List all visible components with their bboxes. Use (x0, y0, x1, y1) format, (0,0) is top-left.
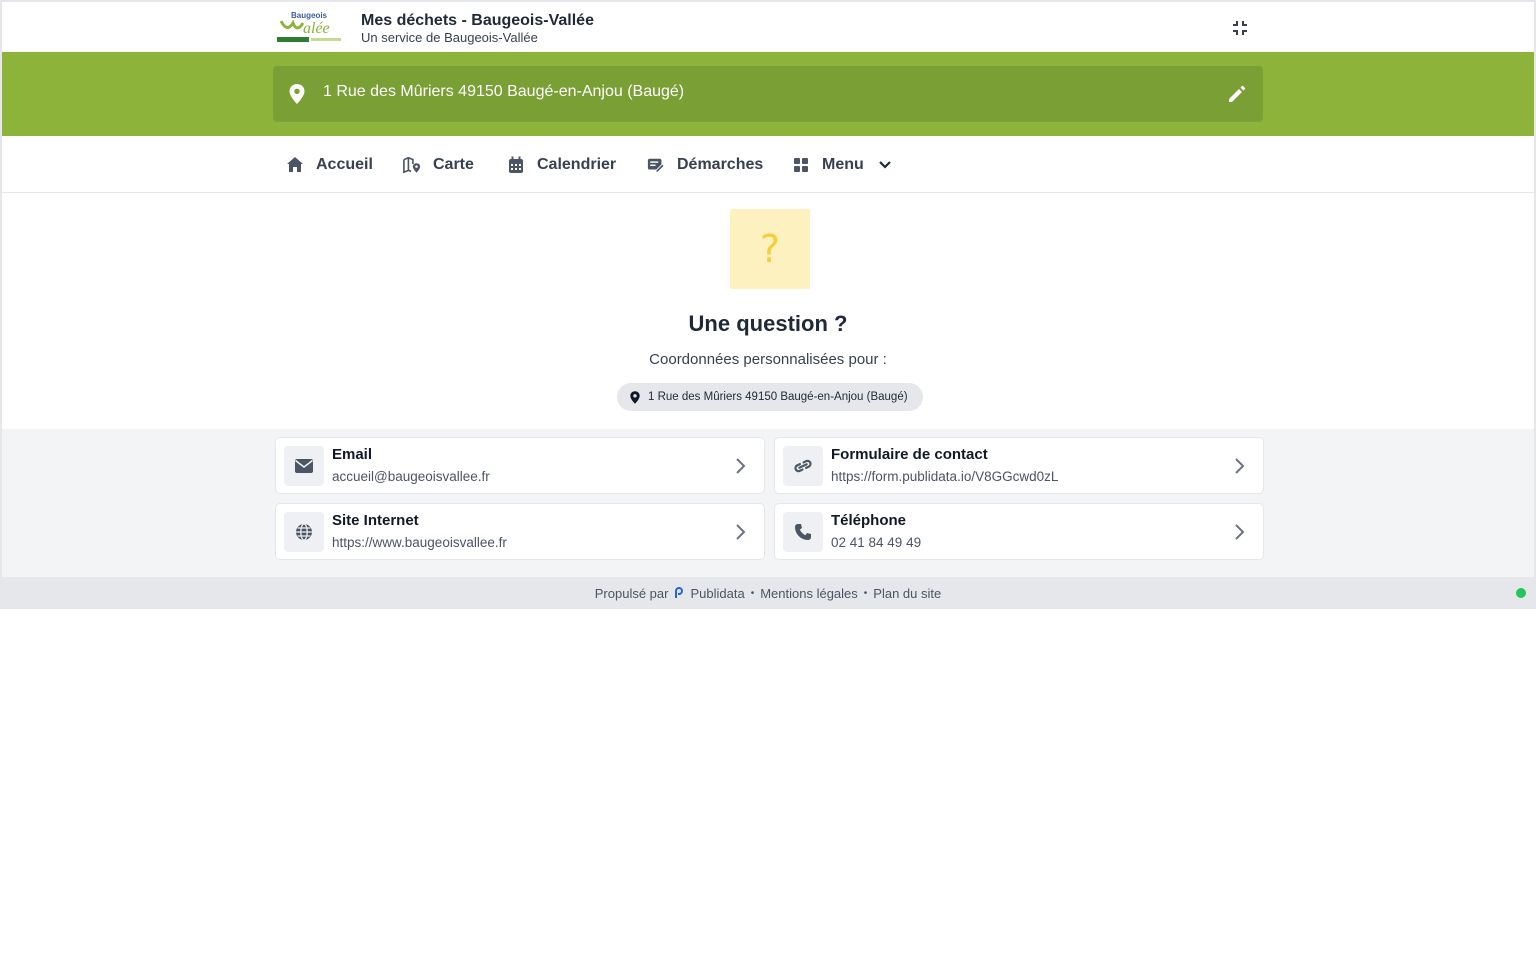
contact-card-website[interactable]: Site Internet https://www.baugeoisvallee… (275, 503, 765, 560)
globe-icon (284, 512, 324, 552)
fullscreen-exit-icon (1233, 21, 1247, 35)
contact-title: Téléphone (831, 512, 907, 529)
contact-section: Email accueil@baugeoisvallee.fr Formulai… (2, 429, 1534, 577)
nav-item-menu[interactable]: Menu (792, 154, 894, 176)
legal-notice-link[interactable]: Mentions légales (760, 586, 858, 601)
nav-item-demarches[interactable]: Démarches (647, 154, 763, 176)
address-value: 1 Rue des Mûriers 49150 Baugé-en-Anjou (… (323, 83, 685, 100)
address-chip-text: 1 Rue des Mûriers 49150 Baugé-en-Anjou (… (648, 391, 908, 403)
contact-value: https://form.publidata.io/V8GGcwd0zL (831, 469, 1059, 484)
address-chip: 1 Rue des Mûriers 49150 Baugé-en-Anjou (… (617, 383, 923, 411)
contact-card-phone[interactable]: Téléphone 02 41 84 49 49 (774, 503, 1264, 560)
envelope-icon (284, 446, 324, 486)
home-icon (286, 156, 304, 174)
contact-title: Site Internet (332, 512, 419, 529)
contact-value: 02 41 84 49 49 (831, 535, 922, 550)
address-selector[interactable]: 1 Rue des Mûriers 49150 Baugé-en-Anjou (… (273, 66, 1263, 122)
chevron-right-icon (1235, 458, 1245, 474)
nav-item-accueil[interactable]: Accueil (286, 154, 373, 176)
question-mark-icon: ? (759, 227, 781, 271)
phone-icon (783, 512, 823, 552)
svg-text:Baugeois: Baugeois (291, 11, 328, 20)
page-subtitle: Coordonnées personnalisées pour : (649, 351, 887, 368)
address-band: 1 Rue des Mûriers 49150 Baugé-en-Anjou (… (2, 52, 1534, 136)
footer-separator: • (750, 587, 755, 599)
contact-card-email[interactable]: Email accueil@baugeoisvallee.fr (275, 437, 765, 494)
question-icon-box: ? (730, 209, 810, 289)
publidata-link[interactable]: Publidata (690, 586, 744, 601)
footer-separator: • (863, 587, 868, 599)
nav-label: Calendrier (537, 156, 617, 173)
grid-icon (792, 156, 810, 174)
svg-text:alée: alée (303, 20, 330, 37)
page-title: Une question ? (688, 311, 848, 336)
exit-fullscreen-button[interactable] (1228, 16, 1252, 40)
nav-label: Menu (822, 156, 864, 173)
online-status-indicator (1516, 588, 1526, 598)
nav-item-calendrier[interactable]: Calendrier (507, 154, 616, 176)
contact-value: https://www.baugeoisvallee.fr (332, 535, 507, 550)
top-bar: Baugeois alée Mes déchets - Baugeois-Val… (2, 2, 1534, 52)
chevron-right-icon (736, 458, 746, 474)
sitemap-link[interactable]: Plan du site (873, 586, 941, 601)
contact-card-form[interactable]: Formulaire de contact https://form.publi… (774, 437, 1264, 494)
app-title: Mes déchets - Baugeois-Vallée (361, 12, 594, 29)
calendar-icon (507, 156, 525, 174)
map-pin-icon (289, 84, 305, 104)
map-marker-icon (403, 156, 421, 174)
powered-by-label: Propulsé par (594, 585, 669, 601)
nav-label: Démarches (677, 156, 764, 173)
nav-label: Accueil (316, 156, 373, 173)
contact-value: accueil@baugeoisvallee.fr (332, 469, 490, 484)
chevron-down-icon (876, 156, 894, 174)
link-icon (783, 446, 823, 486)
footer: Propulsé par Publidata • Mentions légale… (0, 577, 1536, 609)
contact-title: Email (332, 446, 373, 463)
nav-item-carte[interactable]: Carte (403, 154, 474, 176)
app-subtitle: Un service de Baugeois-Vallée (361, 30, 538, 45)
form-edit-icon (647, 156, 665, 174)
publidata-logo-icon (675, 587, 684, 598)
pencil-icon[interactable] (1227, 84, 1247, 104)
map-pin-icon (630, 390, 640, 404)
nav-label: Carte (433, 156, 474, 173)
contact-title: Formulaire de contact (831, 446, 988, 463)
chevron-right-icon (736, 524, 746, 540)
main-nav: Accueil Carte Calendrier Démarches Menu (2, 136, 1534, 193)
chevron-right-icon (1235, 524, 1245, 540)
baugeois-vallee-logo: Baugeois alée (277, 11, 341, 42)
